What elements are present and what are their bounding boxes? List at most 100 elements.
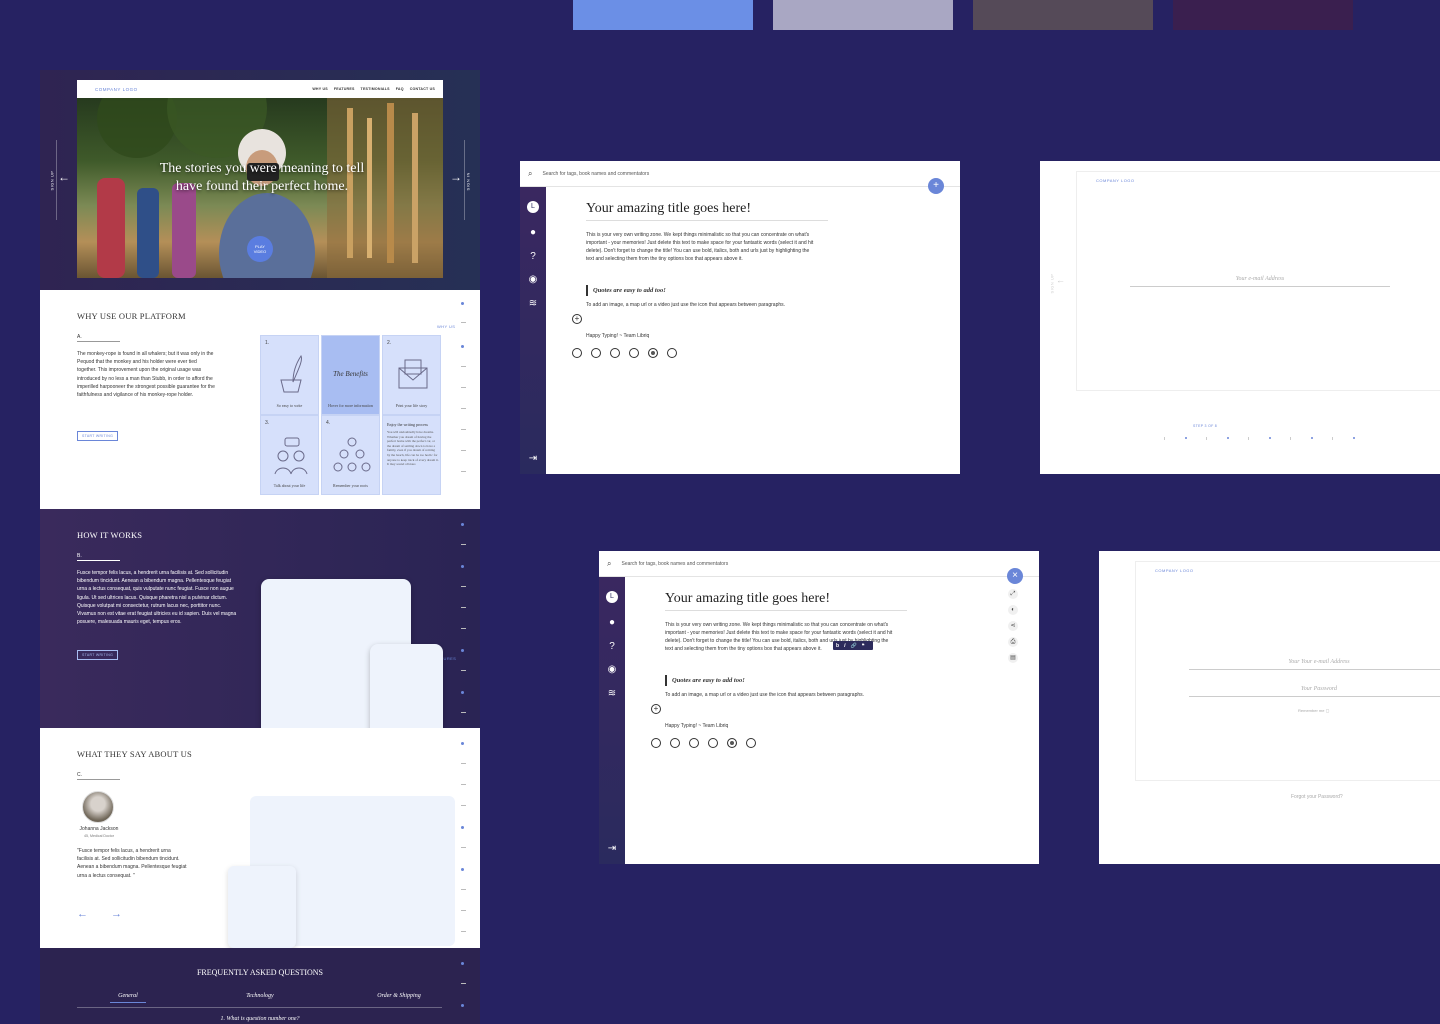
document-title[interactable]: Your amazing title goes here! [665,591,907,611]
stack-icon[interactable]: ≋ [527,298,539,310]
video-icon[interactable] [610,348,620,358]
logout-icon[interactable]: ⇥ [606,843,618,855]
search-input[interactable]: Search for tags, book names and commenta… [542,171,649,177]
record-icon[interactable] [727,738,737,748]
feature-cell[interactable]: 2. Print your life story [382,335,441,415]
start-writing-button[interactable]: START WRITING [77,431,119,441]
email-field[interactable]: Your Your e-mail Address [1189,659,1440,670]
how-section: HOW IT WORKS B. Fusce tempor felis lacus… [40,509,480,744]
insert-options [572,348,677,358]
hero-headline: The stories you were meaning to tell hav… [159,161,365,194]
search-bar[interactable]: ⌕ Search for tags, book names and comment… [520,161,960,187]
link-button[interactable]: 🔗 [850,643,856,649]
feature-cell-benefits[interactable]: The Benefits Hover for more information [321,335,380,415]
document-quote[interactable]: Quotes are easy to add too! [665,675,745,686]
more-icon[interactable] [746,738,756,748]
feature-cell[interactable]: 3. Talk about your life [260,415,319,495]
nav-link-features[interactable]: FEATURES [334,87,355,91]
inkwell-feather-icon [280,355,302,393]
section-title: WHY USE OUR PLATFORM [77,311,186,321]
bold-button[interactable]: b [836,643,839,649]
record-icon[interactable]: ◉ [527,274,539,286]
record-icon[interactable]: ◉ [606,664,618,676]
close-button[interactable]: × [1007,568,1023,584]
logo-icon[interactable]: L [527,201,539,213]
section-side-label: WHY US [437,324,456,329]
signup-side-link[interactable]: SIGN UP [50,167,55,191]
faq-question[interactable]: 1. What is question number one? [40,1016,480,1022]
logout-icon[interactable]: ⇥ [527,453,539,465]
help-icon[interactable]: ? [606,641,618,653]
user-icon[interactable]: ● [606,617,618,629]
stack-icon[interactable]: ≋ [606,688,618,700]
company-logo[interactable]: COMPANY LOGO [95,87,138,92]
search-bar[interactable]: ⌕ Search for tags, book names and comment… [599,551,1039,577]
document-body[interactable]: This is your very own writing zone. We k… [586,231,818,263]
document-media-hint[interactable]: To add an image, a map url or a video ju… [586,302,785,308]
feature-cell[interactable]: 4. Remember your roots [321,415,380,495]
insert-options [651,738,756,748]
record-icon[interactable] [648,348,658,358]
nav-link-faq[interactable]: FAQ [396,87,404,91]
italic-button[interactable]: i [844,643,845,649]
trash-icon[interactable]: ▤ [1008,653,1018,663]
tab-technology[interactable]: Technology [235,993,285,999]
share-icon[interactable]: ⋖ [1008,621,1018,631]
editor-mockup-formatting: ⌕ Search for tags, book names and comment… [599,551,1039,864]
help-icon[interactable]: ? [527,251,539,263]
logo-icon[interactable]: L [606,591,618,603]
document-signature[interactable]: Happy Typing! ~ Team Libriq [665,723,728,729]
nav-link-testimonials[interactable]: TESTIMONIALS [361,87,390,91]
arrow-left-icon[interactable]: ← [77,908,88,920]
company-logo[interactable]: COMPANY LOGO [1155,568,1194,573]
signup-side-link[interactable]: SIGN UP [1050,270,1055,294]
feature-cell[interactable]: 1. So easy to write [260,335,319,415]
nav-link-contact[interactable]: CONTACT US [410,87,435,91]
tab-general[interactable]: General [110,993,146,1003]
contrast-icon[interactable]: ◐ [1008,605,1018,615]
expand-icon[interactable]: ⤢ [1008,589,1018,599]
faq-title: FREQUENTLY ASKED QUESTIONS [196,968,323,977]
search-input[interactable]: Search for tags, book names and commenta… [621,561,728,567]
device-mockup-tablet [228,866,296,948]
company-logo[interactable]: COMPANY LOGO [1096,178,1135,183]
signin-side-link[interactable]: SIGN IN [466,167,471,190]
section-letter: B. [77,553,120,561]
image-icon[interactable] [591,348,601,358]
play-video-button[interactable]: PLAY VIDEO [247,236,273,262]
tab-order-shipping[interactable]: Order & Shipping [364,993,434,999]
print-icon[interactable]: ⎙ [1008,637,1018,647]
document-media-hint[interactable]: To add an image, a map url or a video ju… [665,692,864,698]
more-icon[interactable] [667,348,677,358]
remember-me-checkbox[interactable]: Remember me ▢ [1298,708,1329,713]
start-writing-button[interactable]: START WRITING [77,650,119,660]
arrow-left-icon[interactable]: ← [58,170,70,184]
video-icon[interactable] [689,738,699,748]
progress-dots [1164,437,1364,441]
image-icon[interactable] [670,738,680,748]
quote-button[interactable]: ❝ [862,643,865,649]
close-icon[interactable] [651,738,661,748]
close-icon[interactable] [572,348,582,358]
how-body-text: Fusce tempor felis lacus, a hendrerit ur… [77,570,237,626]
map-icon[interactable] [708,738,718,748]
add-button[interactable]: + [928,178,944,194]
avatar [82,791,114,823]
document-signature[interactable]: Happy Typing! ~ Team Libriq [586,333,649,339]
document-title[interactable]: Your amazing title goes here! [586,201,828,221]
document-quote[interactable]: Quotes are easy to add too! [586,285,666,296]
password-field[interactable]: Your Password [1189,686,1440,697]
user-icon[interactable]: ● [527,227,539,239]
arrow-right-icon[interactable]: → [450,170,462,184]
insert-plus-icon[interactable]: + [651,704,661,714]
insert-plus-icon[interactable]: + [572,314,582,324]
feature-cell-info[interactable]: Enjoy the writing process You will undou… [382,415,441,495]
forgot-password-link[interactable]: Forgot your Password? [1291,794,1343,800]
color-swatch [573,0,753,30]
nav-link-why-us[interactable]: WHY US [312,87,328,91]
map-icon[interactable] [629,348,639,358]
login-mockup: COMPANY LOGO Your Your e-mail Address Yo… [1099,551,1440,864]
email-field[interactable]: Your e-mail Address [1130,276,1390,287]
arrow-left-icon[interactable]: ← [1056,275,1065,285]
arrow-right-icon[interactable]: → [111,908,122,920]
